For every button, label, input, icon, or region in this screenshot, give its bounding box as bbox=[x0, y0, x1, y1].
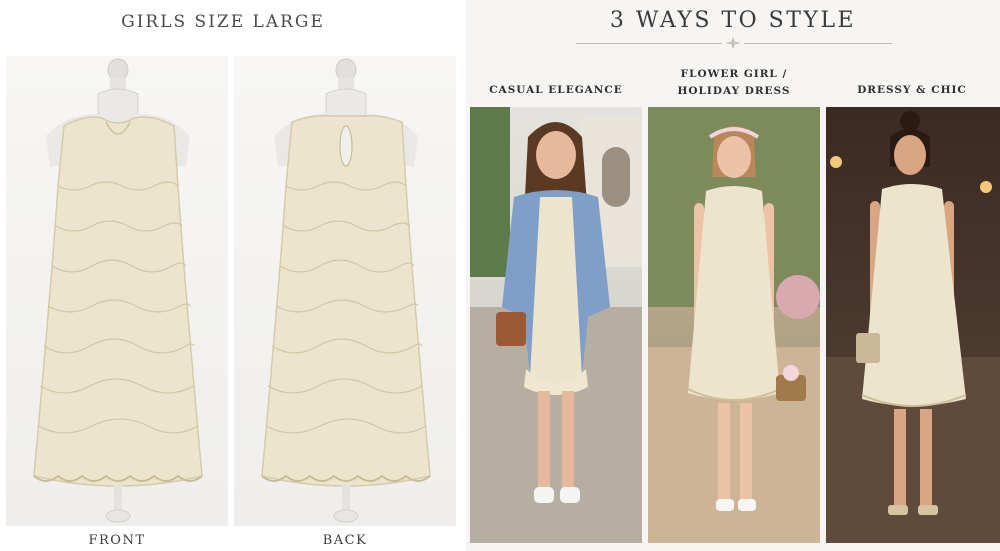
front-caption: FRONT bbox=[88, 533, 146, 548]
dress-front-illustration bbox=[33, 58, 203, 523]
style-label-line: CASUAL ELEGANCE bbox=[489, 84, 623, 96]
styling-title: 3 WAYS TO STYLE bbox=[609, 8, 857, 33]
style-label-line: FLOWER GIRL / bbox=[680, 68, 788, 80]
dress-front-photo bbox=[6, 56, 228, 526]
size-title: GIRLS SIZE LARGE bbox=[121, 12, 325, 32]
style-label-flower-girl: FLOWER GIRL / HOLIDAY DRESS bbox=[648, 66, 820, 100]
title-divider-left bbox=[576, 43, 722, 44]
style-label-dressy: DRESSY & CHIC bbox=[826, 82, 998, 99]
casual-look-photo bbox=[470, 107, 642, 543]
flourish-icon bbox=[724, 36, 742, 50]
dress-back-illustration bbox=[261, 58, 431, 523]
dressy-look-photo bbox=[826, 107, 1000, 543]
flower-girl-look-photo bbox=[648, 107, 820, 543]
style-label-line: DRESSY & CHIC bbox=[857, 84, 967, 96]
style-label-line: HOLIDAY DRESS bbox=[677, 85, 791, 97]
back-caption: BACK bbox=[322, 533, 368, 548]
title-divider-right bbox=[744, 43, 892, 44]
dress-back-photo bbox=[234, 56, 456, 526]
style-label-casual: CASUAL ELEGANCE bbox=[470, 82, 642, 99]
